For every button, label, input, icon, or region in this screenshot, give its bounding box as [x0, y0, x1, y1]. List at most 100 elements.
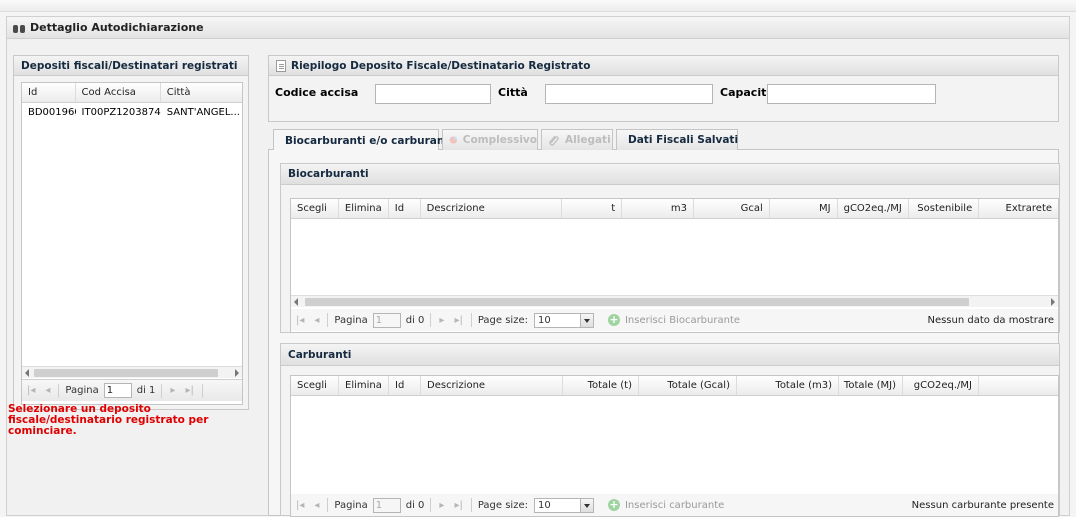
- riepilogo-header: Riepilogo Deposito Fiscale/Destinatario …: [269, 56, 1058, 76]
- col-header-totale-gcal[interactable]: Totale (Gcal): [639, 376, 737, 395]
- tab-allegati[interactable]: Allegati: [541, 129, 613, 150]
- plus-icon: +: [607, 313, 620, 326]
- tab-bar: Biocarburanti e/o carburanti Complessivo…: [268, 128, 1059, 151]
- page-size-select[interactable]: 10: [533, 312, 594, 328]
- codice-accisa-label: Codice accisa: [275, 86, 359, 99]
- cell-citta: SANT'ANGEL...: [166, 106, 240, 118]
- page-size-value: 10: [537, 314, 551, 326]
- col-header-elimina[interactable]: Elimina: [339, 199, 389, 218]
- next-page-icon[interactable]: ▸: [170, 385, 175, 396]
- prev-page-icon[interactable]: ◂: [314, 500, 319, 511]
- tab-content: Biocarburanti Scegli Elimina Id Descrizi…: [268, 150, 1060, 517]
- col-header-totale-mj[interactable]: Totale (MJ): [839, 376, 903, 395]
- inserisci-biocarburante-button[interactable]: + Inserisci Biocarburante: [607, 313, 740, 326]
- inserisci-carburante-button[interactable]: + Inserisci carburante: [607, 498, 724, 511]
- pager-total: di 0: [405, 499, 425, 511]
- col-header-cod-accisa[interactable]: Cod Accisa: [76, 83, 161, 102]
- col-header-m3[interactable]: m3: [622, 199, 694, 218]
- scroll-thumb[interactable]: [34, 369, 218, 377]
- scroll-left-icon[interactable]: [294, 298, 298, 306]
- col-header-totale-m3[interactable]: Totale (m3): [737, 376, 839, 395]
- biocarburanti-pager: |◂ ◂ Pagina di 0 ▸ ▸| Page size: 10 + In…: [291, 309, 1058, 331]
- biocarburanti-grid: Scegli Elimina Id Descrizione t m3 Gcal …: [290, 198, 1059, 333]
- page-size-label: Page size:: [477, 499, 528, 511]
- plus-icon: +: [607, 498, 620, 511]
- prev-page-icon[interactable]: ◂: [45, 385, 50, 396]
- chevron-down-icon[interactable]: [579, 312, 594, 328]
- page-input[interactable]: [372, 312, 401, 328]
- col-header-descrizione[interactable]: Descrizione: [421, 376, 563, 395]
- prev-page-icon[interactable]: ◂: [314, 315, 319, 326]
- document-icon: [276, 59, 286, 72]
- depositi-panel: Depositi fiscali/Destinatari registrati …: [13, 55, 249, 410]
- biocarburanti-grid-header: Scegli Elimina Id Descrizione t m3 Gcal …: [291, 199, 1058, 219]
- carburanti-title: Carburanti: [281, 344, 1059, 366]
- codice-accisa-field[interactable]: [375, 84, 491, 104]
- col-header-gco2[interactable]: gCO2eq./MJ: [903, 376, 979, 395]
- capacita-label: Capacità: [720, 86, 774, 99]
- scroll-left-icon[interactable]: [25, 369, 29, 377]
- carburanti-grid: Scegli Elimina Id Descrizione Totale (t)…: [290, 375, 1059, 517]
- tab-allegati-label: Allegati: [565, 134, 611, 146]
- depositi-panel-title: Depositi fiscali/Destinatari registrati: [14, 56, 248, 76]
- capacita-field[interactable]: [767, 84, 936, 104]
- col-header-totale-t[interactable]: Totale (t): [563, 376, 639, 395]
- col-header-id[interactable]: Id: [389, 376, 421, 395]
- page-size-label: Page size:: [477, 314, 528, 326]
- tab-biocarburanti[interactable]: Biocarburanti e/o carburanti: [273, 129, 453, 151]
- warning-message: Selezionare un deposito fiscale/destinat…: [8, 403, 209, 437]
- page-input[interactable]: [103, 383, 132, 398]
- pager-total: di 0: [405, 314, 425, 326]
- last-page-icon[interactable]: ▸|: [454, 315, 462, 326]
- carburanti-pager: |◂ ◂ Pagina di 0 ▸ ▸| Page size: 10 + In…: [291, 494, 1058, 516]
- scroll-right-icon[interactable]: [235, 369, 239, 377]
- col-header-extrarete[interactable]: Extrarete: [979, 199, 1058, 218]
- chevron-down-icon[interactable]: [579, 497, 594, 513]
- tab-dati-fiscali[interactable]: Dati Fiscali Salvati: [616, 129, 738, 150]
- top-strip: [0, 0, 1076, 12]
- cell-id: BD001960: [28, 106, 76, 118]
- pager-total: di 1: [136, 385, 156, 396]
- col-header-scegli[interactable]: Scegli: [291, 376, 339, 395]
- depositi-grid: Id Cod Accisa Città BD001960 IT00PZ12038…: [21, 82, 243, 405]
- col-header-scegli[interactable]: Scegli: [291, 199, 339, 218]
- scroll-right-icon[interactable]: [1051, 298, 1055, 306]
- citta-field[interactable]: [545, 84, 713, 104]
- pie-chart-icon: [449, 136, 458, 144]
- paperclip-icon: [549, 135, 559, 146]
- col-header-mj[interactable]: MJ: [770, 199, 838, 218]
- col-header-descrizione[interactable]: Descrizione: [421, 199, 563, 218]
- riepilogo-panel: Riepilogo Deposito Fiscale/Destinatario …: [268, 55, 1059, 122]
- first-page-icon[interactable]: |◂: [296, 500, 304, 511]
- pager-label: Pagina: [334, 499, 368, 511]
- first-page-icon[interactable]: |◂: [296, 315, 304, 326]
- tab-biocarburanti-label: Biocarburanti e/o carburanti: [285, 134, 453, 147]
- col-header-elimina[interactable]: Elimina: [339, 376, 389, 395]
- col-header-citta[interactable]: Città: [161, 83, 242, 102]
- col-header-id[interactable]: Id: [389, 199, 421, 218]
- col-header-id[interactable]: Id: [22, 83, 76, 102]
- biocarburanti-title: Biocarburanti: [281, 164, 1059, 185]
- last-page-icon[interactable]: ▸|: [185, 385, 193, 396]
- table-row[interactable]: BD001960 IT00PZ1203874 SANT'ANGEL...: [22, 103, 242, 121]
- next-page-icon[interactable]: ▸: [439, 315, 444, 326]
- pager-label: Pagina: [65, 385, 99, 396]
- empty-message: Nessun carburante presente: [911, 499, 1054, 511]
- depositi-pager: |◂ ◂ Pagina di 1 ▸ ▸|: [22, 379, 242, 401]
- col-header-t[interactable]: t: [562, 199, 623, 218]
- depositi-hscrollbar[interactable]: [22, 366, 242, 378]
- next-page-icon[interactable]: ▸: [439, 500, 444, 511]
- page-size-select[interactable]: 10: [533, 497, 594, 513]
- last-page-icon[interactable]: ▸|: [454, 500, 462, 511]
- biocarburanti-hscrollbar[interactable]: [291, 295, 1058, 307]
- scroll-thumb[interactable]: [305, 298, 969, 306]
- binoculars-icon: [13, 22, 25, 34]
- first-page-icon[interactable]: |◂: [27, 385, 35, 396]
- carburanti-panel: Carburanti Scegli Elimina Id Descrizione…: [280, 343, 1060, 517]
- col-header-gco2[interactable]: gCO2eq./MJ: [838, 199, 910, 218]
- tab-complessivo[interactable]: Complessivo: [442, 129, 538, 150]
- citta-label: Città: [498, 86, 528, 99]
- col-header-sostenibile[interactable]: Sostenibile: [909, 199, 980, 218]
- col-header-gcal[interactable]: Gcal: [694, 199, 770, 218]
- page-input[interactable]: [372, 497, 401, 513]
